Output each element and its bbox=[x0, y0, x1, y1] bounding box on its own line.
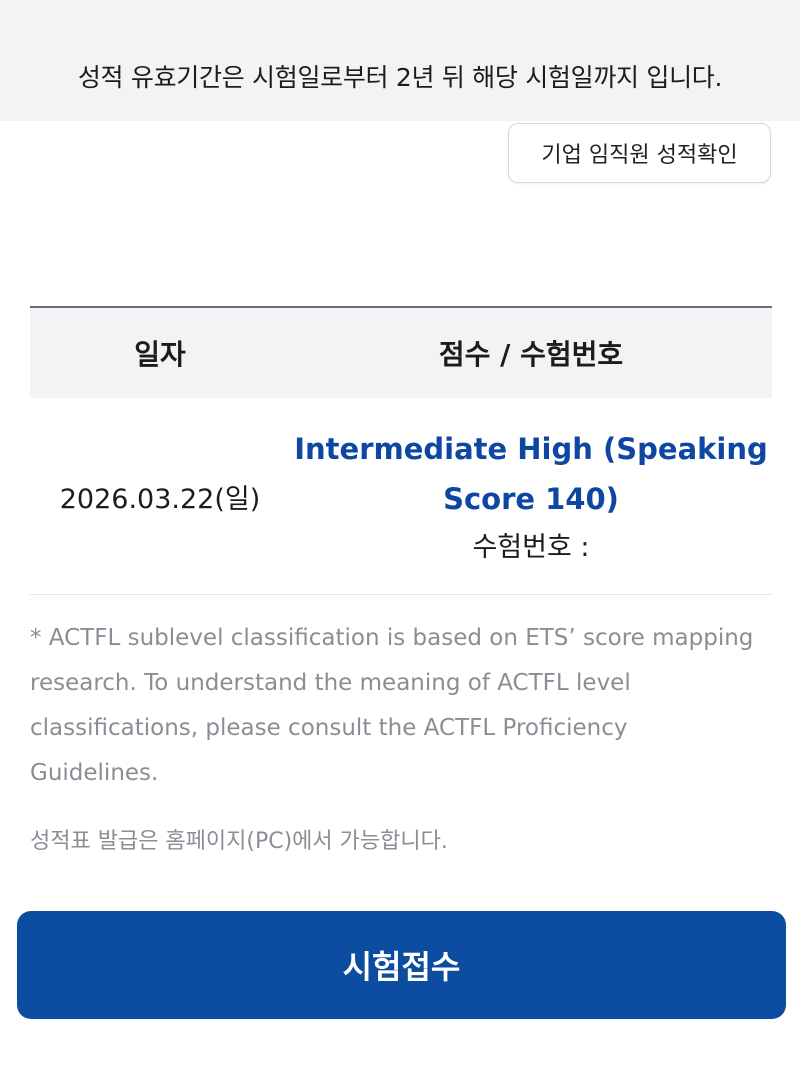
validity-notice-bar: 성적 유효기간은 시험일로부터 2년 뒤 해당 시험일까지 입니다. bbox=[0, 0, 800, 121]
proficiency-level-line1: Intermediate High (Speaking bbox=[294, 432, 768, 466]
actfl-footnote: * ACTFL sublevel classification is based… bbox=[30, 625, 754, 786]
validity-notice-text: 성적 유효기간은 시험일로부터 2년 뒤 해당 시험일까지 입니다. bbox=[77, 62, 723, 92]
corporate-score-check-button[interactable]: 기업 임직원 성적확인 bbox=[508, 123, 771, 183]
proficiency-level-line2: Score 140) bbox=[443, 482, 619, 516]
column-header-date: 일자 bbox=[134, 338, 186, 371]
exam-number-label: 수험번호 : bbox=[472, 532, 590, 563]
score-table: 일자 점수 / 수험번호 2026.03.22(일) Intermediate … bbox=[30, 306, 772, 595]
column-header-score: 점수 / 수험번호 bbox=[438, 338, 624, 371]
table-header: 일자 점수 / 수험번호 bbox=[30, 306, 772, 398]
score-cell: Intermediate High (Speaking Score 140) 수… bbox=[290, 420, 772, 572]
score-result-page: 성적 유효기간은 시험일로부터 2년 뒤 해당 시험일까지 입니다. 기업 임직… bbox=[0, 0, 800, 1066]
table-row: 2026.03.22(일) Intermediate High (Speakin… bbox=[30, 398, 772, 595]
apply-exam-button[interactable]: 시험접수 bbox=[17, 911, 786, 1019]
report-issue-note: 성적표 발급은 홈페이지(PC)에서 가능합니다. bbox=[30, 829, 448, 854]
exam-date: 2026.03.22(일) bbox=[59, 483, 261, 515]
exam-number: 수험번호 : bbox=[290, 524, 772, 572]
